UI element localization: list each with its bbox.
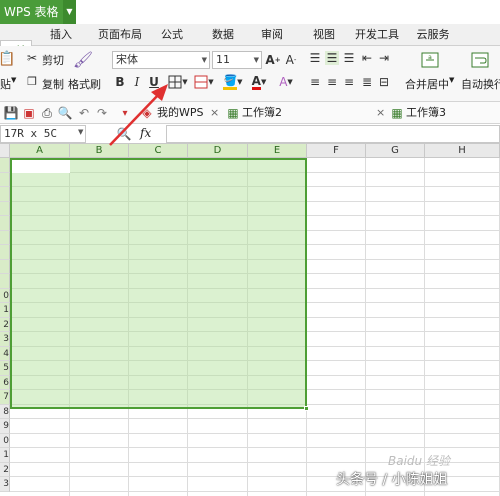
annotation-arrow — [109, 84, 168, 146]
background-watermark: Baidu 经验 — [388, 454, 450, 468]
watermark: 头条号 / 小陈姐姐 — [336, 472, 448, 488]
